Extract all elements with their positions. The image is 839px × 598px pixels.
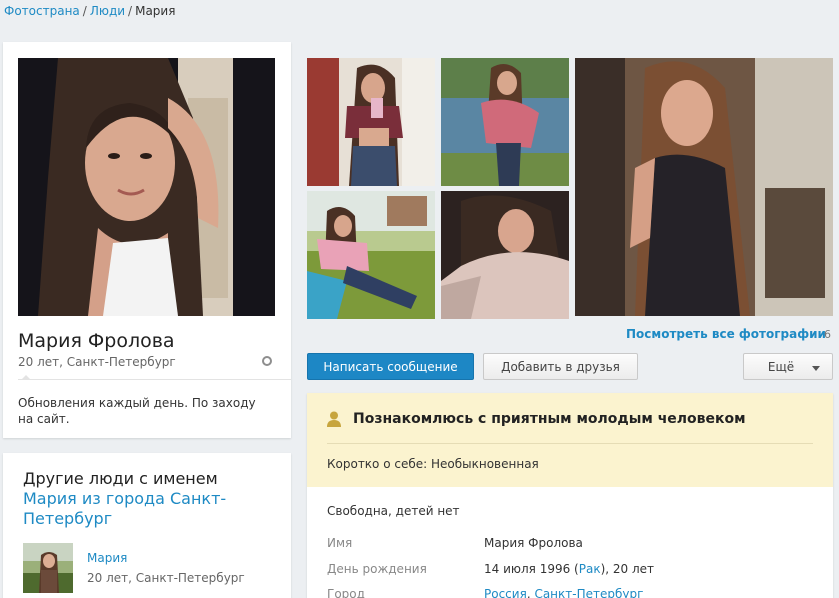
chevron-down-icon — [812, 366, 820, 371]
profile-name: Мария Фролова — [18, 330, 175, 352]
intent-box: Познакомлюсь с приятным молодым человеко… — [307, 393, 833, 487]
others-card: Другие люди с именем Мария из города Сан… — [3, 453, 291, 598]
profile-avatar[interactable] — [18, 58, 275, 316]
breadcrumb-people-link[interactable]: Люди — [90, 4, 125, 18]
city-value: Россия, Санкт-Петербург — [484, 587, 643, 598]
info-card: Познакомлюсь с приятным молодым человеко… — [307, 393, 833, 598]
country-link[interactable]: Россия — [484, 587, 527, 598]
intent-text: Познакомлюсь с приятным молодым человеко… — [353, 411, 746, 427]
name-label: Имя — [327, 536, 353, 550]
breadcrumb-separator: / — [82, 4, 87, 18]
city-link[interactable]: Санкт-Петербург — [534, 587, 643, 598]
birthday-value: 14 июля 1996 (Рак), 20 лет — [484, 562, 655, 576]
photo-image — [575, 58, 833, 316]
breadcrumb-current: Мария — [135, 4, 176, 18]
all-photos-link[interactable]: Посмотреть все фотографии — [626, 327, 826, 341]
photo-thumbnail[interactable] — [441, 58, 569, 186]
city-label: Город — [327, 587, 365, 598]
divider — [18, 375, 291, 380]
divider — [327, 443, 813, 444]
photo-image — [441, 58, 569, 186]
about-text: Коротко о себе: Необыкновенная — [327, 457, 539, 471]
birthday-age: , 20 лет — [605, 562, 655, 576]
avatar-image — [18, 58, 275, 316]
add-friend-button[interactable]: Добавить в друзья — [483, 353, 638, 380]
photo-image — [307, 191, 435, 319]
photos-count: 6 — [824, 328, 831, 341]
photo-large[interactable] — [575, 58, 833, 316]
birthday-label: День рождения — [327, 562, 427, 576]
birthday-date: 14 июля 1996 — [484, 562, 571, 576]
others-city-link[interactable]: Мария из города Санкт-Петербург — [23, 489, 273, 529]
photo-image — [307, 58, 435, 186]
person-avatar[interactable] — [23, 543, 73, 593]
more-button-label: Ещё — [767, 360, 795, 374]
person-icon — [327, 411, 341, 427]
profile-meta: 20 лет, Санкт-Петербург — [18, 355, 176, 369]
profile-card: Мария Фролова 20 лет, Санкт-Петербург Об… — [3, 42, 291, 438]
zodiac-link[interactable]: Рак — [579, 562, 601, 576]
person-name-link[interactable]: Мария — [87, 551, 127, 565]
photo-image — [441, 191, 569, 319]
profile-status: Обновления каждый день. По заходу на сай… — [18, 396, 256, 426]
breadcrumb-home-link[interactable]: Фотострана — [4, 4, 80, 18]
breadcrumb: Фотострана / Люди / Мария — [4, 4, 175, 18]
photo-thumbnail[interactable] — [307, 58, 435, 186]
send-message-button[interactable]: Написать сообщение — [307, 353, 474, 380]
online-status-icon — [262, 356, 272, 366]
photo-thumbnail[interactable] — [307, 191, 435, 319]
person-avatar-image — [23, 543, 73, 593]
name-value: Мария Фролова — [484, 536, 583, 550]
photo-thumbnail[interactable] — [441, 191, 569, 319]
family-status: Свободна, детей нет — [327, 504, 460, 518]
more-dropdown-button[interactable]: Ещё — [743, 353, 833, 380]
breadcrumb-separator: / — [128, 4, 133, 18]
others-title: Другие люди с именем — [23, 469, 218, 488]
person-meta: 20 лет, Санкт-Петербург — [87, 571, 245, 585]
